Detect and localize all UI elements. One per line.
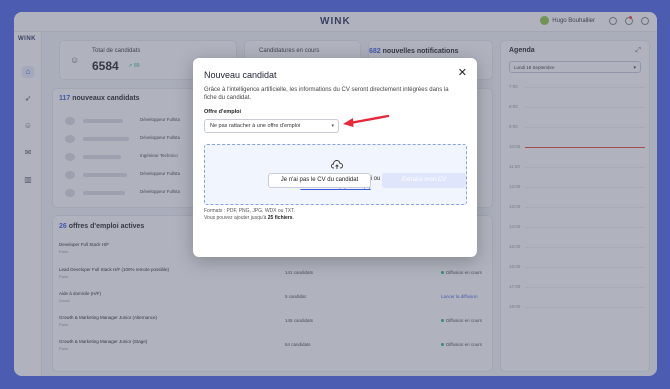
upload-icon [331,160,343,169]
close-icon[interactable]: ✕ [458,68,467,79]
modal-title: Nouveau candidat [204,70,277,80]
job-offer-label: Offre d'emploi [204,109,242,115]
no-cv-button[interactable]: Je n'ai pas le CV du candidat [268,173,371,188]
extract-cv-button[interactable]: Extraire mon CV [382,173,466,188]
new-candidate-modal: Nouveau candidat ✕ Grâce à l'intelligenc… [193,58,477,257]
modal-description: Grâce à l'intelligence artificielle, les… [204,87,449,101]
formats-info: Formats : PDF, PNG, JPG, WDX ou TXT. Vou… [204,208,296,221]
chevron-down-icon: ▾ [331,123,334,129]
job-offer-select[interactable]: Ne pas rattacher à une offre d'emploi ▾ [204,119,339,133]
annotation-arrow [343,114,390,127]
